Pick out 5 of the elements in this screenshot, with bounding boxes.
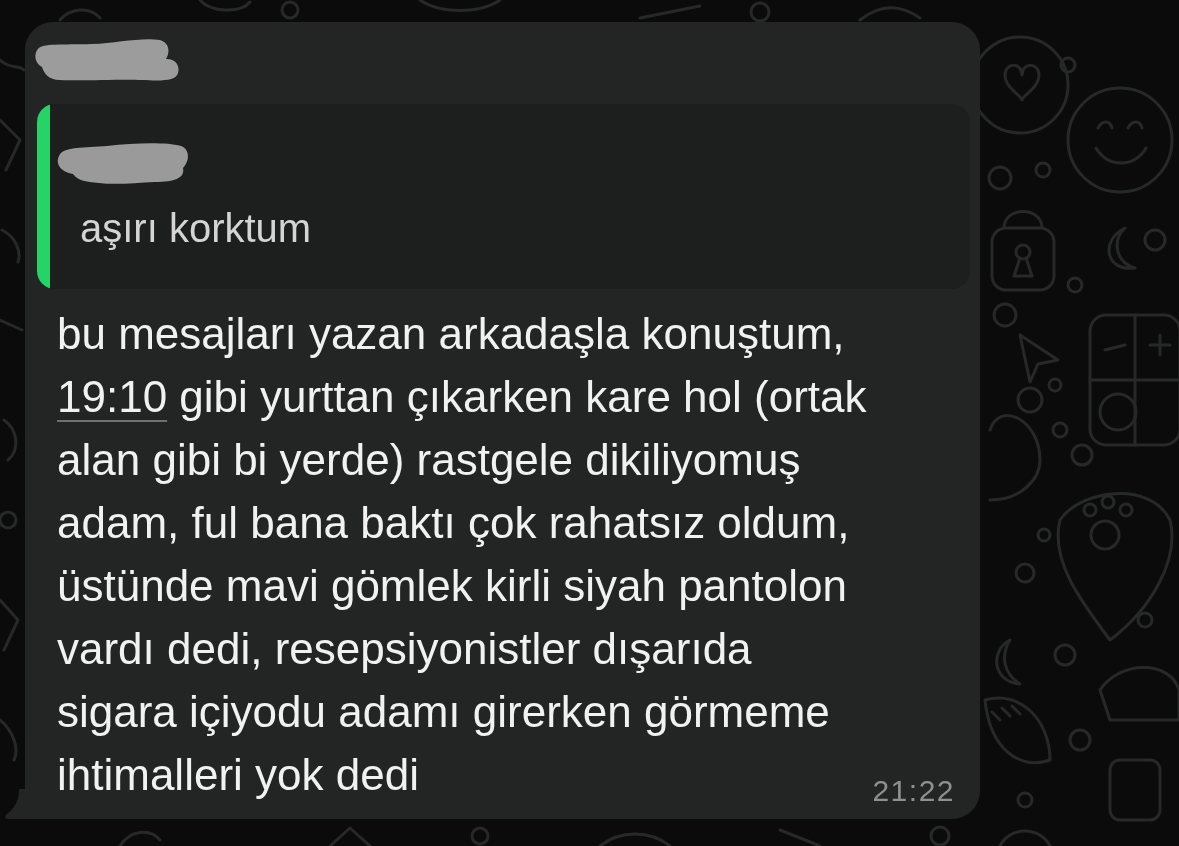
quoted-text: aşırı korktum	[80, 205, 312, 251]
time-link[interactable]: 19:10	[57, 372, 168, 421]
message-time: 21:22	[872, 776, 955, 806]
message-text: bu mesajları yazan arkadaşla konuştum, 19:10 gibi yurttan çıkarken kare hol (ortak alan gibi bi yerde) rastgele dikiliyomuş adam, ful bana baktı çok rahatsız oldum, üstünde mavi gömlek kirli siyah pantolon vardı dedi, resepsiyonistler dışarıda sigara içiyodu adamı girerken görmeme ihtimalleri yok dedi	[57, 308, 867, 801]
quoted-message[interactable]: aşırı korktum	[37, 104, 970, 289]
